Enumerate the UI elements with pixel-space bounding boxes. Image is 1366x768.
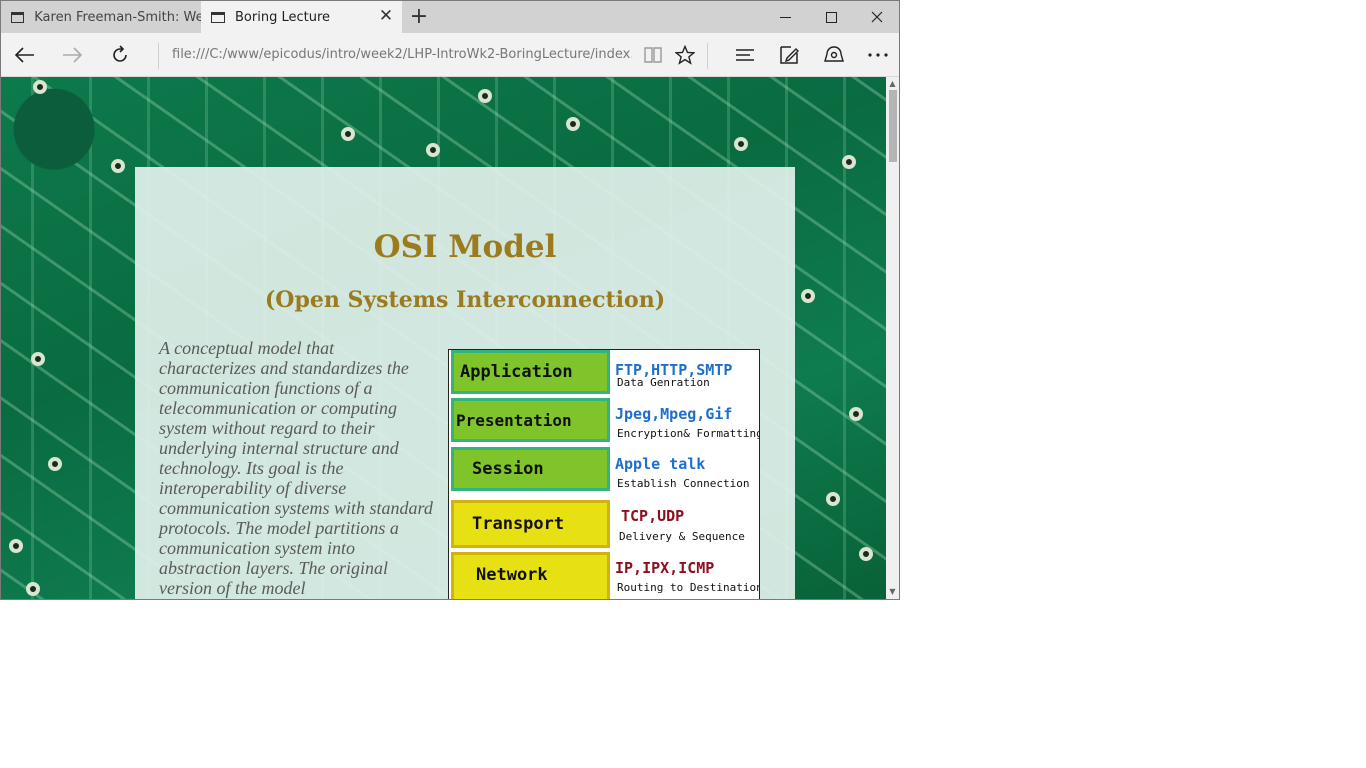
scroll-up-icon[interactable]: ▲ <box>888 80 897 88</box>
refresh-button[interactable] <box>104 39 136 71</box>
share-icon <box>824 46 844 62</box>
description-text: A conceptual model that characterizes an… <box>159 338 433 598</box>
maximize-icon <box>825 11 837 23</box>
maximize-button[interactable] <box>808 1 854 33</box>
more-button[interactable] <box>862 39 894 71</box>
new-tab-button[interactable]: + <box>406 5 432 29</box>
close-window-button[interactable] <box>854 1 899 33</box>
hub-button[interactable] <box>729 39 761 71</box>
scroll-down-icon[interactable]: ▼ <box>888 588 897 596</box>
favorite-button[interactable] <box>669 39 701 71</box>
layer-transport: Transport <box>451 500 610 548</box>
circuit-pad <box>859 547 873 561</box>
circuit-pad <box>842 155 856 169</box>
web-note-button[interactable] <box>773 39 805 71</box>
circuit-pad <box>111 159 125 173</box>
circuit-pad <box>566 117 580 131</box>
layer-presentation: Presentation <box>451 398 610 442</box>
book-icon <box>644 47 662 63</box>
layer-description: Routing to Destination <box>617 581 760 594</box>
osi-layers-diagram: Application FTP,HTTP,SMTP Data Genration… <box>448 349 760 599</box>
circuit-pad <box>734 137 748 151</box>
back-arrow-icon <box>15 47 34 63</box>
pen-icon <box>780 46 799 64</box>
close-tab-icon[interactable]: ✕ <box>378 8 394 25</box>
layer-description: Establish Connection <box>617 477 750 490</box>
minimize-icon <box>779 16 791 18</box>
layer-description: Encryption& Formatting <box>617 427 760 440</box>
circuit-pad <box>426 143 440 157</box>
page-subtitle: (Open Systems Interconnection) <box>264 287 666 313</box>
divider <box>707 43 708 69</box>
layer-application: Application <box>451 350 610 394</box>
navigation-bar: file:///C:/www/epicodus/intro/week2/LHP-… <box>1 33 899 77</box>
layer-session: Session <box>451 447 610 491</box>
divider <box>158 43 159 69</box>
circuit-pad <box>26 582 40 596</box>
refresh-icon <box>113 45 127 62</box>
address-bar[interactable]: file:///C:/www/epicodus/intro/week2/LHP-… <box>172 47 632 62</box>
reading-view-button[interactable] <box>637 39 669 71</box>
page-icon <box>11 11 25 23</box>
hub-icon <box>736 49 754 61</box>
content-panel: OSI Model (Open Systems Interconnection)… <box>135 167 795 599</box>
back-button[interactable] <box>9 39 41 71</box>
vertical-scrollbar[interactable]: ▲ ▼ <box>886 77 899 599</box>
tab-title: Boring Lecture <box>235 9 331 25</box>
tab-boring-lecture[interactable]: Boring Lecture ✕ <box>201 1 402 33</box>
more-dots-icon <box>868 53 888 57</box>
tab-karen-freeman-smith[interactable]: Karen Freeman-Smith: Web <box>1 1 201 33</box>
circuit-pad <box>341 127 355 141</box>
minimize-button[interactable] <box>762 1 808 33</box>
layer-protocols: Jpeg,Mpeg,Gif <box>615 405 733 423</box>
star-icon <box>675 45 695 65</box>
close-icon <box>871 11 883 23</box>
layer-description: Data Genration <box>617 376 710 389</box>
page-viewport: OSI Model (Open Systems Interconnection)… <box>1 77 886 599</box>
layer-protocols: Apple talk <box>615 455 706 473</box>
layer-protocols: TCP,UDP <box>621 507 685 525</box>
layer-description: Delivery & Sequence <box>619 530 745 543</box>
circuit-pad <box>31 352 45 366</box>
circuit-pad <box>9 539 23 553</box>
circuit-pad <box>478 89 492 103</box>
forward-button[interactable] <box>56 39 88 71</box>
forward-arrow-icon <box>63 47 82 63</box>
page-icon <box>211 11 225 23</box>
layer-network: Network <box>451 552 610 599</box>
tab-title: Karen Freeman-Smith: Web <box>34 9 201 25</box>
page-title: OSI Model <box>373 229 557 265</box>
tab-strip: Karen Freeman-Smith: Web Boring Lecture … <box>1 1 899 33</box>
browser-window: Karen Freeman-Smith: Web Boring Lecture … <box>0 0 900 600</box>
scroll-thumb[interactable] <box>889 90 897 162</box>
circuit-pad <box>48 457 62 471</box>
circuit-pad <box>826 492 840 506</box>
share-button[interactable] <box>818 39 850 71</box>
layer-protocols: IP,IPX,ICMP <box>615 559 715 577</box>
circuit-pad <box>33 80 47 94</box>
circuit-pad <box>801 289 815 303</box>
circuit-pad <box>849 407 863 421</box>
